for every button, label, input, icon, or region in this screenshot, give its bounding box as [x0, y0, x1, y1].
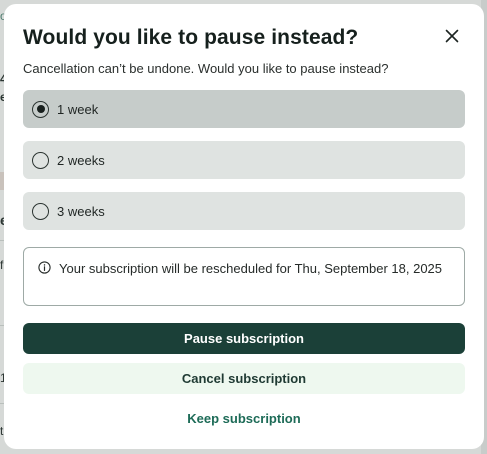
notice-text: Your subscription will be rescheduled fo…	[59, 261, 443, 276]
pause-subscription-button[interactable]: Pause subscription	[23, 323, 465, 354]
pause-dialog: Would you like to pause instead? Cancell…	[4, 4, 484, 449]
close-icon	[445, 29, 459, 43]
radio-button[interactable]	[32, 202, 49, 220]
keep-subscription-link[interactable]: Keep subscription	[23, 403, 465, 434]
dialog-subtitle: Cancellation can’t be undone. Would you …	[23, 61, 389, 76]
option-label: 3 weeks	[57, 203, 105, 219]
radio-button-selected[interactable]	[32, 100, 49, 118]
option-1-week[interactable]: 1 week	[23, 90, 465, 128]
background-text-fragment: f	[0, 258, 4, 272]
dialog-title: Would you like to pause instead?	[23, 26, 359, 49]
cancel-subscription-button[interactable]: Cancel subscription	[23, 363, 465, 394]
radio-button[interactable]	[32, 151, 49, 169]
close-button[interactable]	[442, 26, 462, 46]
reschedule-notice: Your subscription will be rescheduled fo…	[23, 247, 465, 306]
info-icon	[38, 261, 51, 274]
radio-dot	[36, 105, 45, 113]
option-2-weeks[interactable]: 2 weeks	[23, 141, 465, 179]
option-label: 1 week	[57, 101, 99, 117]
option-3-weeks[interactable]: 3 weeks	[23, 192, 465, 230]
background-text-fragment: t	[0, 424, 4, 438]
option-label: 2 weeks	[57, 152, 105, 168]
